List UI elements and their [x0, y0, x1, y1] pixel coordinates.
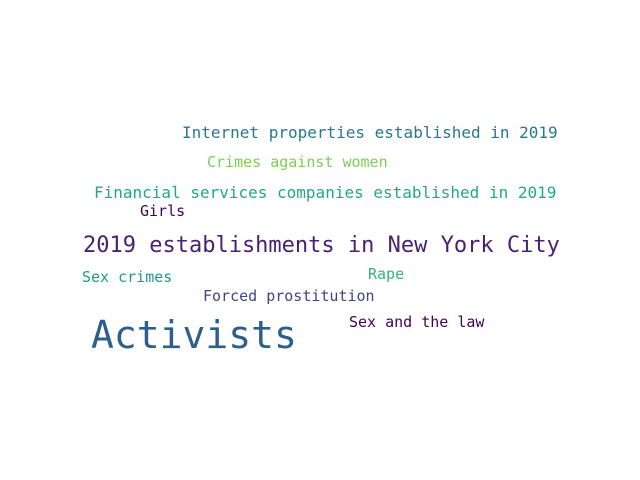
- word-sex-and-the-law: Sex and the law: [349, 313, 485, 331]
- word-activists: Activists: [91, 313, 297, 357]
- word-sex-crimes: Sex crimes: [82, 268, 173, 286]
- word-internet-properties: Internet properties established in 2019: [182, 123, 558, 142]
- word-crimes-against-women: Crimes against women: [207, 153, 388, 171]
- word-girls: Girls: [140, 202, 186, 220]
- word-forced-prostitution: Forced prostitution: [203, 287, 375, 305]
- word-rape: Rape: [368, 265, 405, 283]
- word-cloud: Internet properties established in 2019 …: [0, 0, 640, 480]
- word-2019-establishments-nyc: 2019 establishments in New York City: [83, 233, 560, 258]
- word-financial-services: Financial services companies established…: [94, 183, 557, 202]
